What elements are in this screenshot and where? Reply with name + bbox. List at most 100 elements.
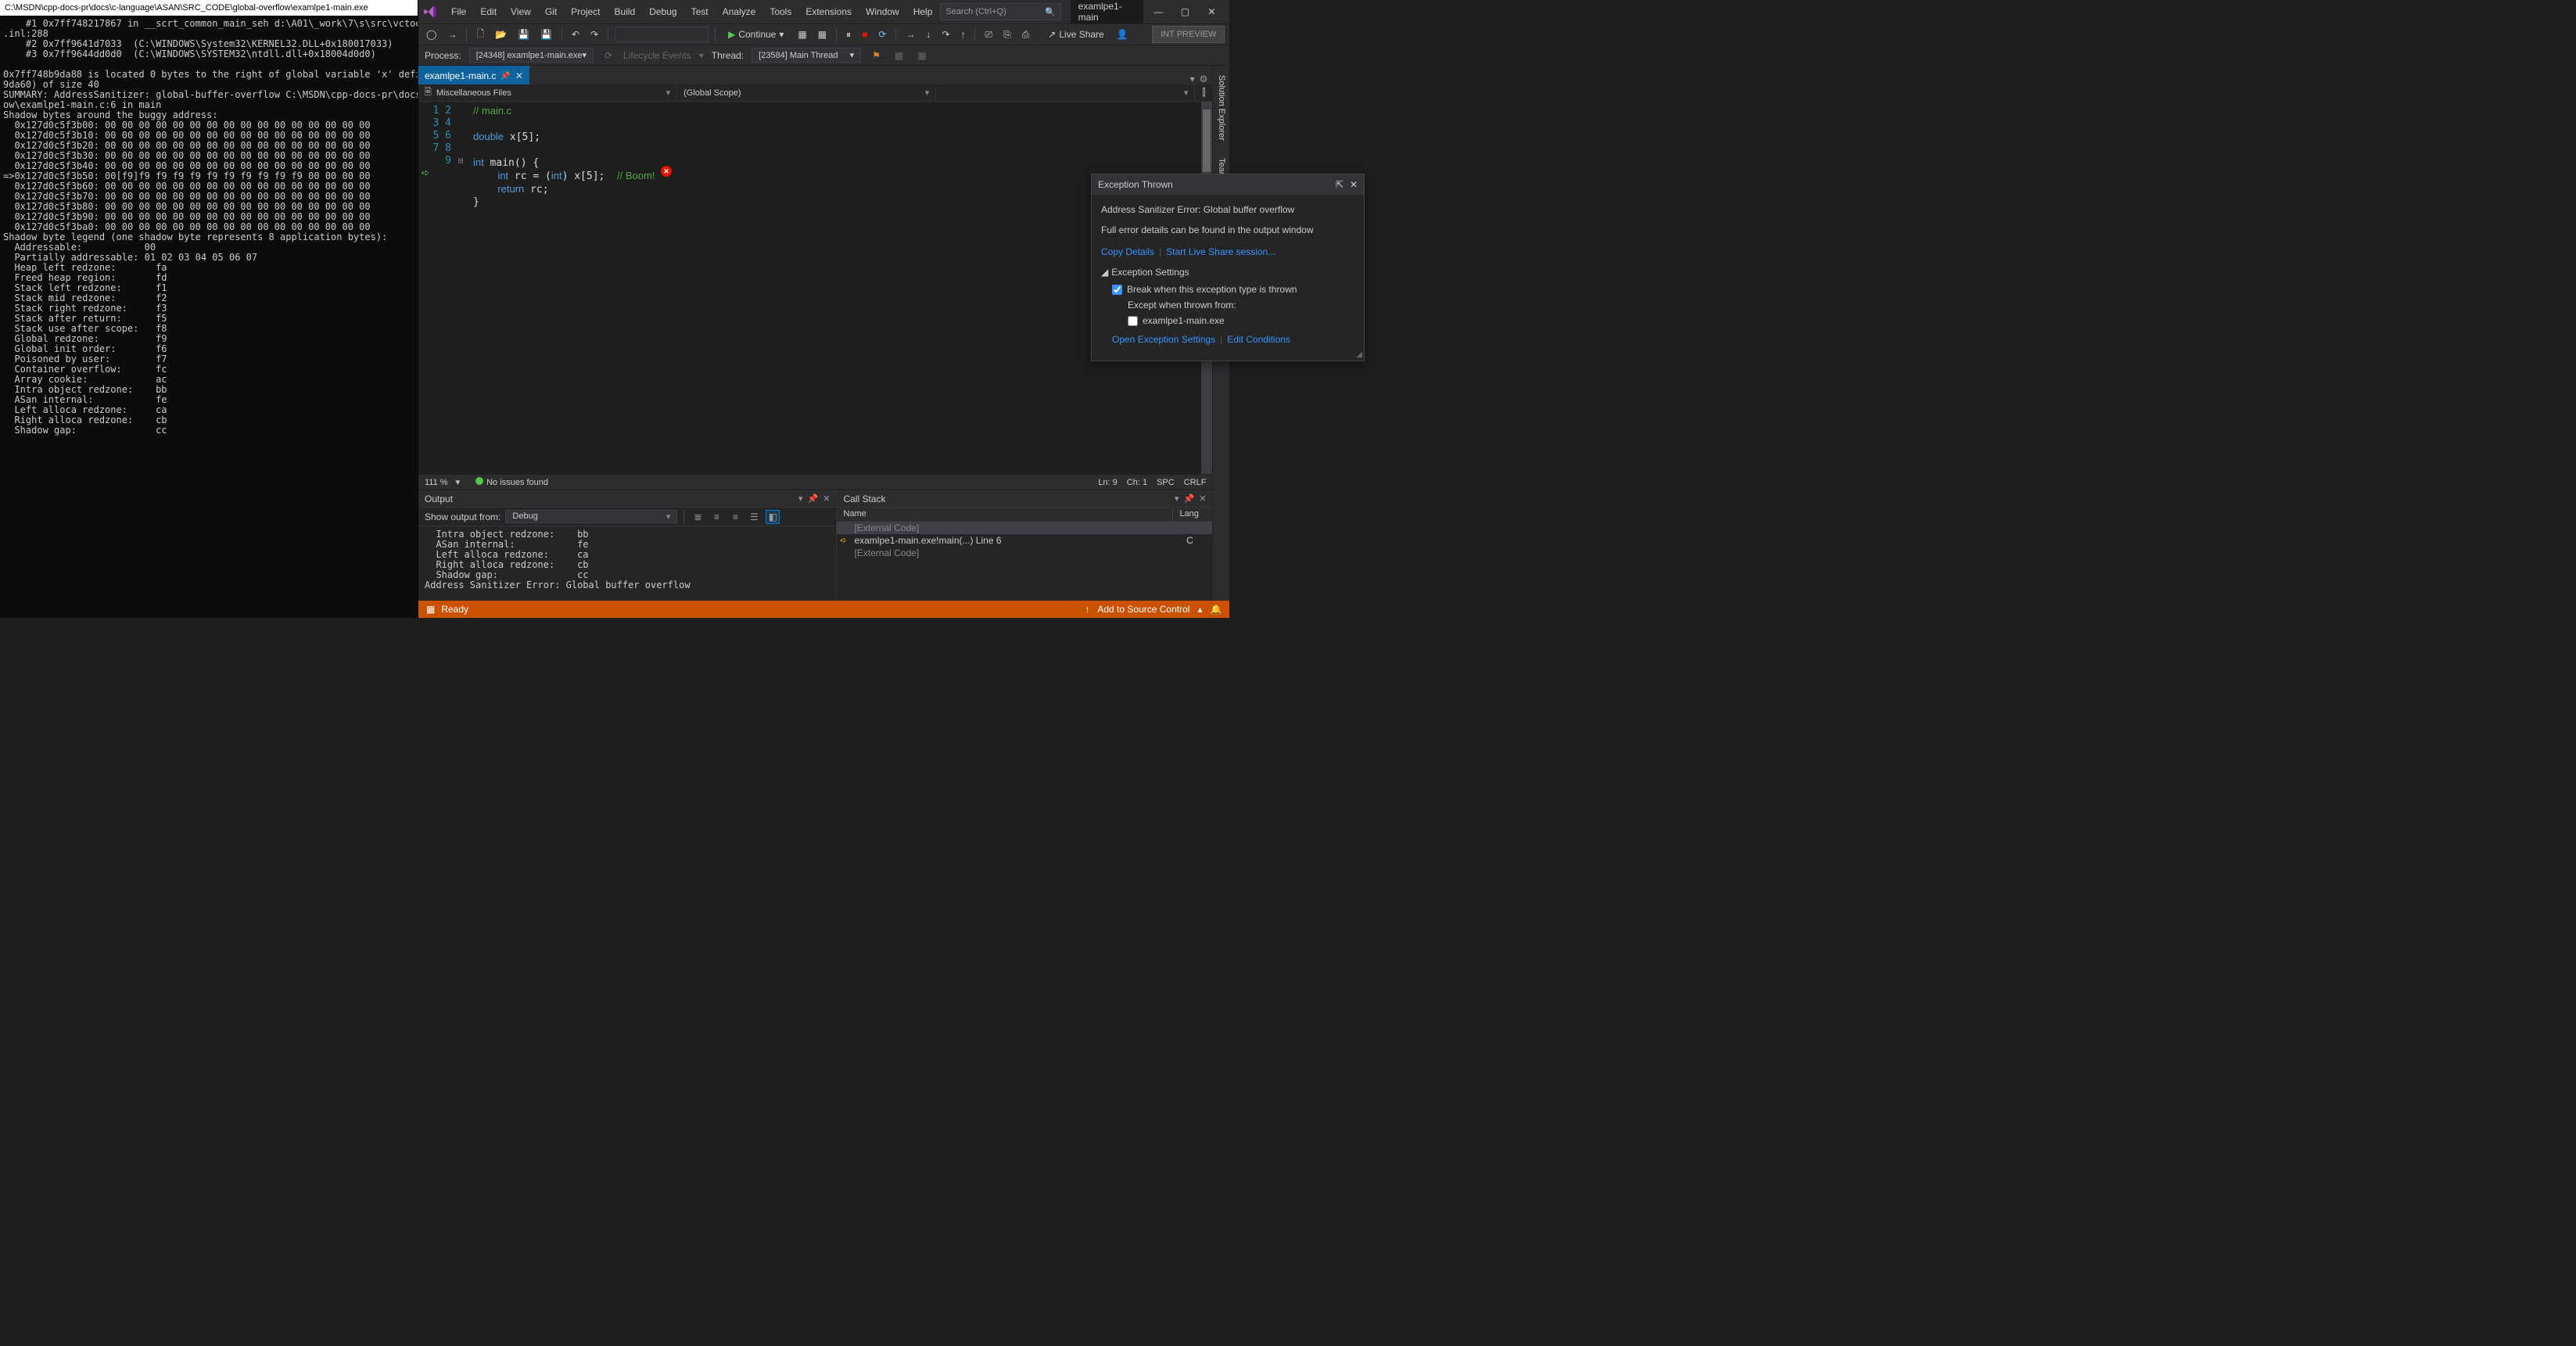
open-exception-settings-link[interactable]: Open Exception Settings	[1112, 332, 1215, 346]
copy-details-link[interactable]: Copy Details	[1101, 245, 1154, 259]
nav-member-combo[interactable]: ▾	[936, 84, 1195, 101]
tb-misc3[interactable]: ⎙	[1019, 27, 1033, 42]
stop-button[interactable]: ■	[859, 27, 870, 41]
flag-button[interactable]: ⚑	[869, 48, 884, 63]
tabstrip-settings-icon[interactable]: ⚙	[1200, 74, 1208, 84]
check-icon	[475, 477, 483, 485]
menu-window[interactable]: Window	[859, 3, 906, 20]
pin-icon[interactable]: 📌	[500, 72, 510, 81]
play-icon: ▶	[728, 29, 735, 40]
menu-analyze[interactable]: Analyze	[716, 3, 762, 20]
output-source-combo[interactable]: Debug▾	[505, 510, 677, 523]
menu-git[interactable]: Git	[539, 3, 563, 20]
callstack-body[interactable]: [External Code] ➪ examlpe1-main.exe!main…	[837, 522, 1212, 601]
panel-pin-icon[interactable]: 📌	[808, 494, 819, 504]
nav-project-combo[interactable]: 🗎 Miscellaneous Files▾	[418, 84, 677, 101]
tb-icon1[interactable]: ▦	[795, 27, 809, 41]
window-close-button[interactable]: ✕	[1198, 3, 1225, 20]
output-tb5[interactable]: ◧	[766, 510, 780, 524]
break-when-checkbox[interactable]: Break when this exception type is thrown	[1112, 282, 1354, 296]
exception-title: Exception Thrown	[1098, 179, 1173, 190]
continue-button[interactable]: ▶ Continue ▾	[722, 27, 790, 41]
save-button[interactable]: 💾	[515, 27, 533, 41]
ln-status: Ln: 9	[1098, 478, 1117, 487]
source-dropdown-icon[interactable]: ▴	[1197, 604, 1202, 615]
panel-dropdown-icon[interactable]: ▾	[798, 494, 803, 504]
solution-explorer-tab[interactable]: Solution Explorer	[1215, 70, 1228, 145]
step-next-button[interactable]: →	[902, 27, 918, 41]
callstack-row[interactable]: [External Code]	[837, 547, 1212, 559]
live-share-button[interactable]: ↗ Live Share	[1043, 27, 1108, 41]
exception-close-icon[interactable]: ✕	[1350, 179, 1358, 190]
ch-status: Ch: 1	[1127, 478, 1147, 487]
output-clear-button[interactable]: ≣	[691, 510, 705, 524]
close-tab-icon[interactable]: ✕	[515, 70, 523, 81]
nav-fwd-button[interactable]: →	[444, 27, 460, 41]
visual-studio-window: File Edit View Git Project Build Debug T…	[418, 0, 1229, 618]
panel-close-icon[interactable]: ✕	[823, 494, 830, 504]
account-button[interactable]: 👤	[1114, 27, 1132, 41]
callstack-row[interactable]: [External Code]	[837, 522, 1212, 534]
tb-misc2[interactable]: ⎘	[1000, 27, 1014, 42]
resize-grip-icon[interactable]: ◢	[1356, 350, 1362, 359]
status-ready: Ready	[441, 604, 468, 615]
document-tabs: examlpe1-main.c 📌 ✕ ▾ ⚙	[418, 66, 1212, 84]
edit-conditions-link[interactable]: Edit Conditions	[1227, 332, 1290, 346]
redo-button[interactable]: ↷	[587, 27, 601, 41]
exception-pin-icon[interactable]: ⇱	[1336, 179, 1344, 190]
add-source-control-button[interactable]: Add to Source Control	[1097, 604, 1189, 615]
status-icon: ▦	[426, 604, 435, 615]
callstack-row[interactable]: ➪ examlpe1-main.exe!main(...) Line 6 C	[837, 534, 1212, 547]
menu-extensions[interactable]: Extensions	[799, 3, 858, 20]
pause-button[interactable]: ⏸	[843, 27, 854, 42]
output-text[interactable]: Intra object redzone: bb ASan internal: …	[418, 526, 836, 601]
callstack-columns: Name Lang	[837, 508, 1212, 522]
nav-back-button[interactable]: ◯	[423, 27, 439, 41]
save-all-button[interactable]: 💾	[537, 27, 555, 41]
search-box[interactable]: Search (Ctrl+Q) 🔍	[940, 3, 1060, 20]
menu-help[interactable]: Help	[907, 3, 939, 20]
menu-build[interactable]: Build	[608, 3, 642, 20]
tabstrip-dropdown-icon[interactable]: ▾	[1190, 74, 1195, 84]
cs-pin-icon[interactable]: 📌	[1184, 494, 1195, 504]
window-maximize-button[interactable]: ▢	[1171, 3, 1198, 20]
exception-settings-expander[interactable]: ◢ Exception Settings	[1101, 265, 1354, 279]
cs-col-lang[interactable]: Lang	[1173, 508, 1212, 521]
step-into-button[interactable]: ↓	[923, 27, 934, 41]
step-over-button[interactable]: ↷	[938, 27, 953, 41]
output-tb3[interactable]: ≡	[728, 510, 742, 524]
process-combo[interactable]: [24348] examlpe1-main.exe▾	[469, 48, 594, 63]
undo-button[interactable]: ↶	[569, 27, 583, 41]
split-editor-button[interactable]: ⫿	[1195, 84, 1212, 101]
zoom-level[interactable]: 111 %	[425, 478, 448, 487]
step-out-button[interactable]: ↑	[957, 27, 968, 41]
tb-misc1[interactable]: ⎚	[981, 27, 996, 42]
thread-combo[interactable]: [23584] Main Thread▾	[752, 48, 861, 63]
cs-close-icon[interactable]: ✕	[1199, 494, 1206, 504]
zoom-dropdown-icon[interactable]: ▾	[456, 477, 461, 487]
menu-edit[interactable]: Edit	[474, 3, 503, 20]
tb-icon2[interactable]: ▦	[815, 27, 830, 41]
notifications-icon[interactable]: 🔔	[1210, 604, 1222, 615]
menu-test[interactable]: Test	[685, 3, 715, 20]
doctab-active[interactable]: examlpe1-main.c 📌 ✕	[418, 66, 529, 84]
start-liveshare-link[interactable]: Start Live Share session...	[1166, 245, 1275, 259]
menu-debug[interactable]: Debug	[643, 3, 683, 20]
config-combo[interactable]	[615, 27, 709, 42]
menu-file[interactable]: File	[445, 3, 472, 20]
menu-view[interactable]: View	[504, 3, 537, 20]
output-wrap-button[interactable]: ☰	[747, 510, 761, 524]
menu-tools[interactable]: Tools	[763, 3, 798, 20]
cs-dropdown-icon[interactable]: ▾	[1175, 494, 1179, 504]
open-button[interactable]: 📂	[492, 27, 510, 41]
cs-col-name[interactable]: Name	[837, 508, 1173, 521]
new-button[interactable]: 🗋	[473, 25, 487, 45]
except-module-checkbox[interactable]: examlpe1-main.exe	[1112, 314, 1354, 328]
nav-scope-combo[interactable]: (Global Scope)▾	[677, 84, 936, 101]
window-minimize-button[interactable]: —	[1145, 3, 1171, 20]
output-tb2[interactable]: ≡	[709, 510, 723, 524]
menu-project[interactable]: Project	[565, 3, 606, 20]
proc-btn1[interactable]: ▦	[892, 48, 906, 63]
restart-button[interactable]: ⟳	[875, 27, 889, 41]
proc-btn2[interactable]: ▦	[914, 48, 929, 63]
